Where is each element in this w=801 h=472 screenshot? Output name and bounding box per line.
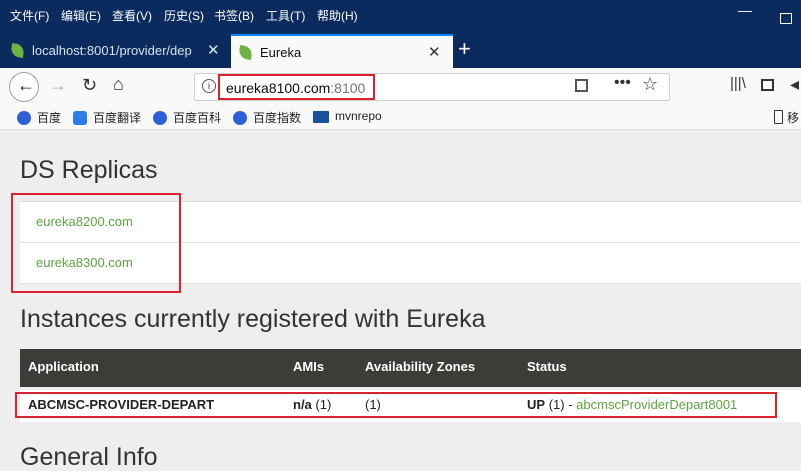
mobile-bookmarks[interactable]: 移 [774,109,799,126]
bookmark-star-icon[interactable]: ☆ [642,74,658,95]
minimize-icon[interactable]: — [738,2,752,18]
close-icon[interactable]: ✕ [207,41,220,59]
back-arrow-icon: ← [17,75,35,95]
column-zones: Availability Zones [365,359,476,374]
reload-icon[interactable]: ↻ [82,75,97,96]
maximize-icon[interactable] [780,13,792,24]
bookmark-baidu[interactable]: 百度 [17,109,61,126]
forward-icon[interactable]: → [49,75,67,96]
overflow-icon[interactable]: ◂ [790,74,799,95]
mobile-label: 移 [787,111,800,125]
menu-history[interactable]: 历史(S) [164,7,204,24]
bookmark-label: mvnrepo [335,109,382,123]
spring-leaf-icon [9,42,26,59]
highlight-frame-url [218,74,375,100]
bookmark-baidu-index[interactable]: 百度指数 [233,109,301,126]
menu-edit[interactable]: 编辑(E) [61,7,101,24]
spring-leaf-icon [237,44,254,61]
menu-file[interactable]: 文件(F) [10,7,49,24]
close-icon[interactable]: ✕ [428,43,441,61]
ds-replicas-heading: DS Replicas [20,156,158,184]
new-tab-icon[interactable]: + [458,36,471,62]
menu-help[interactable]: 帮助(H) [317,7,358,24]
highlight-frame-replicas [11,193,181,293]
sidebar-icon[interactable] [761,79,774,91]
paw-icon [233,111,247,125]
highlight-frame-row [15,392,777,418]
bookmark-baidu-translate[interactable]: 百度翻译 [73,109,141,126]
bookmark-label: 百度指数 [253,111,302,125]
home-icon[interactable]: ⌂ [113,74,124,95]
paw-icon [17,111,31,125]
column-application: Application [28,359,99,374]
qr-code-icon[interactable] [575,79,588,92]
bookmark-label: 百度 [37,111,62,125]
tab-label: localhost:8001/provider/dep [32,43,192,58]
menu-view[interactable]: 查看(V) [112,7,152,24]
bookmark-baidu-baike[interactable]: 百度百科 [153,109,221,126]
general-info-heading: General Info [20,443,158,471]
bookmark-mvnrepo[interactable]: mvnrepo [313,109,382,123]
tab-label: Eureka [260,45,302,60]
library-icon[interactable]: |||\ [730,75,746,92]
instances-heading: Instances currently registered with Eure… [20,305,486,333]
menu-tools[interactable]: 工具(T) [266,7,305,24]
mobile-icon [774,110,783,124]
column-status: Status [527,359,567,374]
tab-provider[interactable]: localhost:8001/provider/dep ✕ [0,34,230,68]
tab-eureka[interactable]: Eureka ✕ [231,34,453,68]
menu-bookmarks[interactable]: 书签(B) [214,7,254,24]
translate-icon [73,111,87,125]
mvn-icon [313,111,329,123]
more-icon[interactable]: ••• [614,74,631,92]
bookmark-label: 百度翻译 [93,111,142,125]
column-amis: AMIs [293,359,325,374]
back-button[interactable]: ← [9,72,39,102]
bookmark-label: 百度百科 [173,111,222,125]
info-icon[interactable]: i [202,79,216,93]
paw-icon [153,111,167,125]
